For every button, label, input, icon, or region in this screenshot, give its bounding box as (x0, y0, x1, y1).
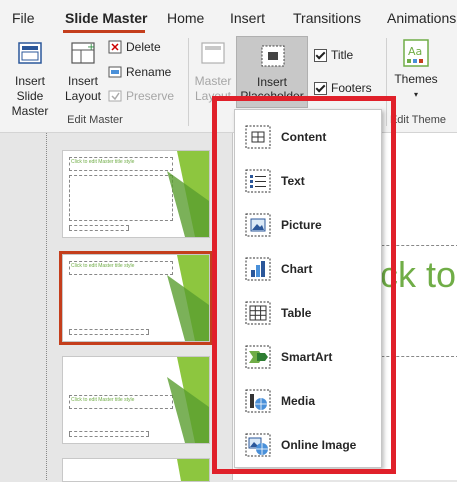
thumb-footer (69, 225, 129, 231)
ribbon-tab-bar: File Slide Master Home Insert Transition… (0, 0, 457, 34)
insert-placeholder-icon (261, 45, 285, 67)
thumb-footer (69, 431, 149, 437)
ribbon-separator (188, 38, 189, 126)
group-label-edit-theme: Edit Theme (389, 114, 447, 126)
svg-text:Aa: Aa (408, 45, 422, 58)
thumb-footer (69, 329, 149, 335)
insert-slide-master-label: Insert Slide Master (11, 74, 49, 118)
thumb-green-shape (167, 255, 209, 341)
tab-transitions[interactable]: Transitions (293, 10, 361, 26)
rename-label: Rename (126, 65, 172, 79)
group-label-edit-master: Edit Master (67, 114, 123, 126)
layout-thumbnail-selected[interactable]: Click to edit Master title style (59, 251, 213, 345)
layout-thumbnail[interactable]: Click to edit Master title style (62, 356, 210, 444)
insert-layout-label: Insert Layout (64, 74, 102, 103)
themes-label: Themes (394, 72, 438, 86)
themes-icon: Aa (403, 39, 429, 67)
chevron-down-icon: ▾ (413, 90, 418, 99)
thumb-green-shape (167, 151, 209, 237)
layout-thumbnail[interactable] (62, 458, 210, 482)
tab-slide-master[interactable]: Slide Master (65, 10, 147, 26)
footers-check-icon (314, 81, 327, 95)
thumb-title-placeholder: Click to edit Master title style (69, 261, 173, 275)
thumb-title-placeholder: Click to edit Master title style (69, 395, 173, 409)
tab-file[interactable]: File (12, 10, 35, 26)
thumb-title-placeholder: Click to edit Master title style (69, 157, 173, 171)
insert-slide-master-icon (18, 42, 42, 64)
preserve-icon (108, 90, 122, 102)
title-check-label: Title (331, 48, 354, 62)
tab-animations[interactable]: Animations (387, 10, 456, 26)
thumb-green-shape (177, 459, 209, 481)
tab-insert[interactable]: Insert (230, 10, 265, 26)
rename-button[interactable]: Rename (108, 65, 171, 79)
master-layout-icon (201, 42, 225, 64)
insert-layout-icon: + (71, 42, 95, 64)
themes-button[interactable]: Aa Themes ▾ (390, 38, 442, 102)
delete-label: Delete (126, 40, 161, 54)
footers-checkbox[interactable]: Footers (314, 81, 372, 95)
active-tab-indicator (63, 30, 145, 33)
insert-slide-master-button[interactable]: Insert Slide Master (0, 40, 60, 119)
master-layout-button[interactable]: Master Layout (192, 40, 234, 104)
insert-layout-button[interactable]: + Insert Layout (62, 40, 104, 104)
preserve-label: Preserve (126, 89, 175, 103)
preserve-button[interactable]: Preserve (108, 89, 174, 103)
tab-home[interactable]: Home (167, 10, 204, 26)
thumb-body-placeholder (69, 175, 173, 221)
layout-thumbnail[interactable]: Click to edit Master title style (62, 150, 210, 238)
master-tree-connector (46, 133, 47, 480)
rename-icon (108, 66, 122, 78)
delete-icon (108, 40, 122, 54)
footers-check-label: Footers (331, 81, 372, 95)
svg-text:+: + (87, 42, 95, 53)
title-check-icon (314, 48, 327, 62)
title-checkbox[interactable]: Title (314, 48, 353, 62)
thumb-green-shape (167, 357, 209, 443)
delete-button[interactable]: Delete (108, 40, 161, 54)
highlight-annotation-box (212, 96, 396, 474)
